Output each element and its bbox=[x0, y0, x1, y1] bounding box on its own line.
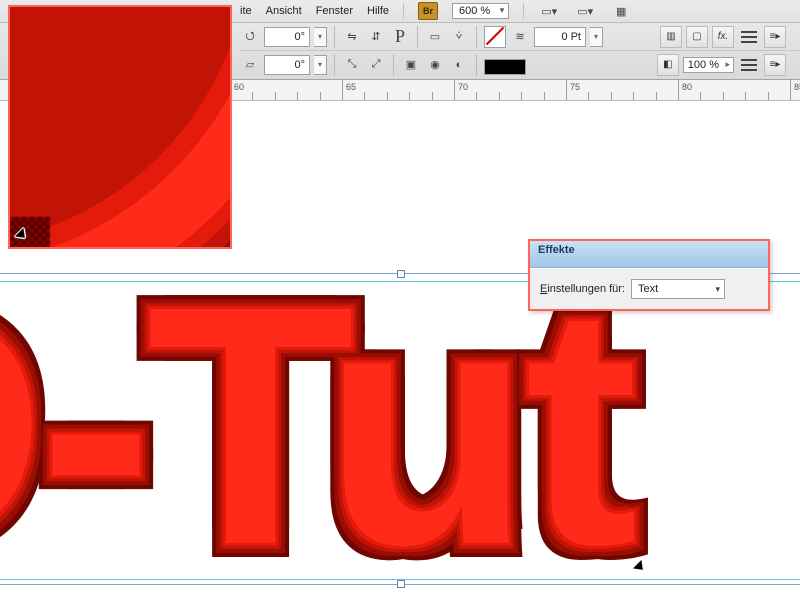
ruler-tick: 80 bbox=[678, 80, 679, 100]
ruler-label: 60 bbox=[234, 82, 244, 92]
separator bbox=[476, 54, 477, 76]
ruler-label: 70 bbox=[458, 82, 468, 92]
flip-v-icon[interactable]: ⤢ bbox=[366, 55, 386, 75]
rotate-angle-1[interactable]: 0° bbox=[264, 27, 310, 47]
angle2-dropdown[interactable]: ▾ bbox=[314, 55, 327, 75]
ruler-label: 80 bbox=[682, 82, 692, 92]
clip-icon[interactable]: ◉ bbox=[425, 55, 445, 75]
group-icon[interactable]: ▣ bbox=[401, 55, 421, 75]
paragraph-lines-icon[interactable] bbox=[738, 27, 760, 47]
ruler-minor-tick bbox=[409, 92, 410, 100]
ruler-minor-tick bbox=[768, 92, 769, 100]
shear-angle[interactable]: 0° bbox=[264, 55, 310, 75]
ruler-tick: 70 bbox=[454, 80, 455, 100]
shear-icon[interactable]: ▱ bbox=[240, 55, 260, 75]
menu-ansicht[interactable]: Ansicht bbox=[266, 5, 302, 17]
ruler-minor-tick bbox=[588, 92, 589, 100]
blend-mode-icon[interactable]: ◧ bbox=[657, 54, 679, 76]
ruler-minor-tick bbox=[700, 92, 701, 100]
effects-panel-title[interactable]: Effekte bbox=[530, 241, 768, 268]
ruler-minor-tick bbox=[432, 92, 433, 100]
bridge-button[interactable]: Br bbox=[418, 2, 438, 20]
ruler-tick: 85 bbox=[790, 80, 791, 100]
stroke-none-swatch[interactable] bbox=[484, 26, 506, 48]
flip-h-icon[interactable]: ⇋ bbox=[342, 27, 362, 47]
ruler-label: 65 bbox=[346, 82, 356, 92]
fx-button[interactable]: fx. bbox=[712, 26, 734, 48]
ungroup-icon[interactable]: ⩒ bbox=[449, 27, 469, 47]
arrange-windows-icon[interactable]: ▦ bbox=[610, 1, 632, 21]
angle1-dropdown[interactable]: ▾ bbox=[314, 27, 327, 47]
ruler-minor-tick bbox=[387, 92, 388, 100]
zoom-dropdown[interactable]: 600 % bbox=[452, 3, 509, 19]
effects-target-value: Text bbox=[638, 283, 658, 295]
ruler-minor-tick bbox=[252, 92, 253, 100]
menu-hilfe[interactable]: Hilfe bbox=[367, 5, 389, 17]
ruler-label: 85 bbox=[794, 82, 800, 92]
mask-icon[interactable]: ◐ bbox=[449, 55, 469, 75]
effects-target-dropdown[interactable]: Text ▾ bbox=[631, 279, 725, 299]
ruler-tick: 75 bbox=[566, 80, 567, 100]
flip-v-icon[interactable]: ⇵ bbox=[366, 27, 386, 47]
ruler-minor-tick bbox=[275, 92, 276, 100]
ruler-minor-tick bbox=[656, 92, 657, 100]
rotate-icon[interactable]: ⭯ bbox=[240, 27, 260, 47]
ruler-tick: 65 bbox=[342, 80, 343, 100]
layout-mode-icon[interactable]: ▭▾ bbox=[538, 1, 560, 21]
opacity-field[interactable]: 100 % bbox=[683, 57, 734, 73]
ruler-label: 75 bbox=[570, 82, 580, 92]
object-select-icon[interactable]: ▭ bbox=[425, 27, 445, 47]
ruler-minor-tick bbox=[364, 92, 365, 100]
flip-h-icon[interactable]: ⤡ bbox=[342, 55, 362, 75]
ruler-minor-tick bbox=[320, 92, 321, 100]
separator bbox=[334, 54, 335, 76]
separator bbox=[393, 54, 394, 76]
stroke-weight-icon: ≋ bbox=[510, 27, 530, 47]
wrap-btn[interactable]: ▢ bbox=[686, 26, 708, 48]
menu-separator bbox=[523, 3, 524, 19]
fill-swatch[interactable] bbox=[484, 59, 526, 75]
ruler-minor-tick bbox=[544, 92, 545, 100]
screen-mode-icon[interactable]: ▭▾ bbox=[574, 1, 596, 21]
ruler-minor-tick bbox=[633, 92, 634, 100]
separator bbox=[417, 26, 418, 48]
ruler-minor-tick bbox=[521, 92, 522, 100]
ruler-minor-tick bbox=[297, 92, 298, 100]
menu-separator bbox=[403, 3, 404, 19]
menu-leftfrag: ite bbox=[240, 5, 252, 17]
separator bbox=[334, 26, 335, 48]
align-btn[interactable]: ▥ bbox=[660, 26, 682, 48]
control-row-2: ▱ 0° ▾ ⤡ ⤢ ▣ ◉ ◐ ◧ 100 % ≡▸ bbox=[240, 51, 800, 78]
effects-setting-label: Einstellungen für: bbox=[540, 283, 625, 295]
paragraph-lines-icon[interactable] bbox=[738, 55, 760, 75]
ruler-minor-tick bbox=[723, 92, 724, 100]
zoom-callout bbox=[8, 5, 232, 249]
separator bbox=[476, 26, 477, 48]
ruler-minor-tick bbox=[745, 92, 746, 100]
control-row-1: ⭯ 0° ▾ ⇋ ⇵ P ▭ ⩒ ≋ 0 Pt ▾ ▥ ▢ fx. ≡▸ bbox=[240, 23, 800, 51]
pixel-edge bbox=[10, 217, 50, 247]
ruler-minor-tick bbox=[476, 92, 477, 100]
ruler-minor-tick bbox=[611, 92, 612, 100]
ruler-minor-tick bbox=[499, 92, 500, 100]
more-icon[interactable]: ≡▸ bbox=[764, 26, 786, 48]
chevron-down-icon: ▾ bbox=[715, 284, 720, 295]
more-icon[interactable]: ≡▸ bbox=[764, 54, 786, 76]
effects-panel: Effekte Einstellungen für: Text ▾ bbox=[528, 239, 770, 311]
stroke-weight-field[interactable]: 0 Pt bbox=[534, 27, 586, 47]
menu-fenster[interactable]: Fenster bbox=[316, 5, 353, 17]
big-p-icon[interactable]: P bbox=[390, 27, 410, 47]
stroke-weight-drop[interactable]: ▾ bbox=[590, 27, 603, 47]
